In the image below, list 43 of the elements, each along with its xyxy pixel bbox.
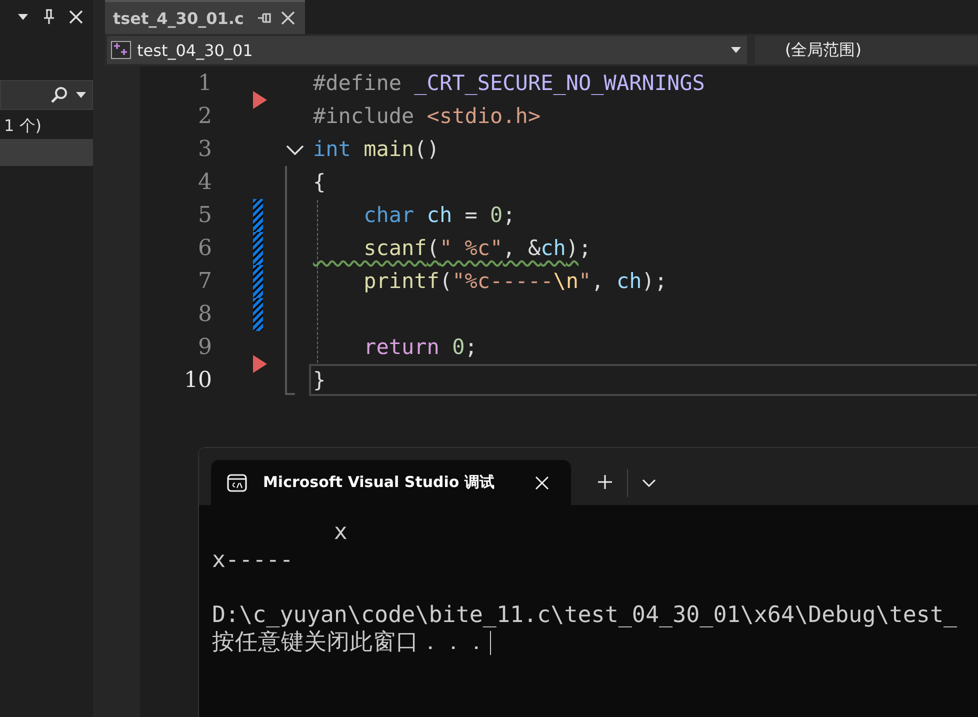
new-tab-icon[interactable] xyxy=(597,474,613,490)
code-line: char ch = 0; xyxy=(362,203,516,227)
project-dropdown[interactable]: test_04_30_01 xyxy=(107,36,747,64)
console-output: x----- xyxy=(212,546,294,574)
terminal-tab[interactable]: Microsoft Visual Studio 调试 xyxy=(211,460,571,505)
pin-icon[interactable] xyxy=(43,9,55,25)
code-line: { xyxy=(313,170,326,194)
tab-title: tset_4_30_01.c xyxy=(113,8,245,28)
code-line: return 0; xyxy=(362,335,478,359)
console-output: D:\c_yuyan\code\bite_11.c\test_04_30_01\x64\Debug\test_ xyxy=(212,602,958,629)
line-number: 7 xyxy=(197,268,212,296)
chevron-down-icon[interactable] xyxy=(642,479,656,487)
line-number: 4 xyxy=(197,169,212,197)
terminal-icon xyxy=(227,474,247,492)
fold-chevron-icon[interactable] xyxy=(286,144,304,154)
console-output: 按任意键关闭此窗口．．． xyxy=(212,629,488,656)
code-line: #include <stdio.h> xyxy=(313,104,541,128)
code-line: scanf(" %c", &ch); xyxy=(362,236,592,260)
code-line: printf("%c-----\n", ch); xyxy=(362,269,668,293)
editor-tab[interactable]: tset_4_30_01.c xyxy=(105,0,305,34)
search-field[interactable] xyxy=(0,80,93,110)
line-number: 9 xyxy=(197,334,212,362)
project-icon xyxy=(111,41,131,59)
scope-dropdown[interactable]: (全局范围) xyxy=(755,36,978,64)
line-number: 2 xyxy=(197,103,212,131)
line-number: 3 xyxy=(197,136,212,164)
line-number: 6 xyxy=(197,235,212,263)
line-number: 10 xyxy=(183,367,212,395)
code-line: int main() xyxy=(313,137,440,161)
line-number: 5 xyxy=(197,202,212,230)
dropdown-icon[interactable] xyxy=(17,13,29,21)
code-line: } xyxy=(313,368,326,392)
caret-icon xyxy=(731,47,741,53)
pin-icon[interactable] xyxy=(257,12,271,24)
search-icon[interactable] xyxy=(50,86,68,104)
caret-icon[interactable] xyxy=(76,92,86,98)
line-number: 1 xyxy=(197,70,212,98)
code-line: #define _CRT_SECURE_NO_WARNINGS xyxy=(313,71,705,95)
close-icon[interactable] xyxy=(69,10,83,24)
line-number: 8 xyxy=(197,301,212,329)
close-icon[interactable] xyxy=(281,11,295,25)
console-output: x xyxy=(332,519,348,546)
status-text: 1 个) xyxy=(3,115,43,137)
